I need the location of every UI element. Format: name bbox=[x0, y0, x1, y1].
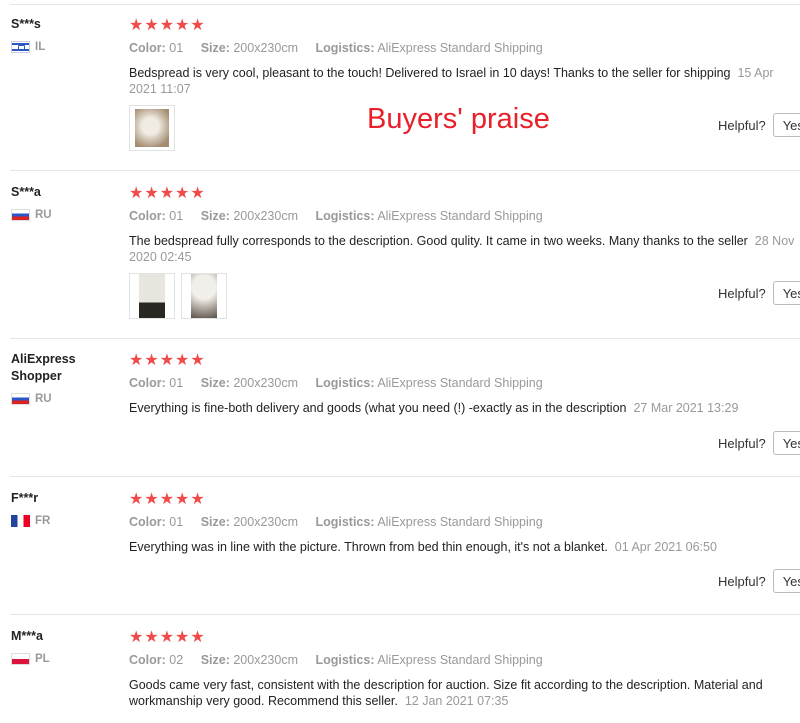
helpful-control: Helpful? Yes bbox=[718, 281, 800, 305]
review-text: The bedspread fully corresponds to the d… bbox=[129, 234, 795, 264]
review-text: Everything was in line with the picture.… bbox=[129, 540, 717, 554]
helpful-label: Helpful? bbox=[718, 117, 766, 133]
review-2-user: S***a RU bbox=[11, 184, 121, 221]
country-code: FR bbox=[35, 515, 51, 527]
review-photos bbox=[129, 273, 227, 319]
review-photo[interactable] bbox=[181, 273, 227, 319]
country: RU bbox=[11, 209, 121, 221]
star-rating: ★★★★★ bbox=[129, 185, 206, 202]
review-photo[interactable] bbox=[129, 273, 175, 319]
helpful-yes-button[interactable]: Yes bbox=[772, 431, 800, 455]
review-2-body: ★★★★★ Color: 01 Size: 200x230cm Logistic… bbox=[129, 186, 799, 265]
review-divider bbox=[10, 614, 800, 615]
star-rating: ★★★★★ bbox=[129, 629, 206, 646]
buyers-praise-overlay: Buyers' praise bbox=[367, 103, 550, 135]
country-code: RU bbox=[35, 209, 52, 221]
review-text: Everything is fine-both delivery and goo… bbox=[129, 401, 739, 415]
country-code: RU bbox=[35, 393, 52, 405]
review-divider bbox=[10, 476, 800, 477]
country: PL bbox=[11, 653, 121, 665]
review-1-body: ★★★★★ Color: 01 Size: 200x230cm Logistic… bbox=[129, 18, 799, 97]
helpful-label: Helpful? bbox=[718, 573, 766, 589]
review-divider bbox=[10, 170, 800, 171]
russia-flag-icon bbox=[11, 393, 30, 405]
user-name: M***a bbox=[11, 629, 43, 643]
star-rating: ★★★★★ bbox=[129, 17, 206, 34]
review-photo[interactable] bbox=[129, 105, 175, 151]
review-date: 01 Apr 2021 06:50 bbox=[614, 540, 717, 554]
review-5-body: ★★★★★ Color: 02 Size: 200x230cm Logistic… bbox=[129, 630, 799, 709]
helpful-yes-button[interactable]: Yes bbox=[772, 113, 800, 137]
country: FR bbox=[11, 515, 121, 527]
helpful-control: Helpful? Yes bbox=[718, 113, 800, 137]
review-meta: Color: 01 Size: 200x230cm Logistics: Ali… bbox=[129, 41, 543, 55]
review-photos bbox=[129, 105, 175, 151]
helpful-label: Helpful? bbox=[718, 285, 766, 301]
review-1-user: S***s IL bbox=[11, 16, 121, 53]
helpful-label: Helpful? bbox=[718, 435, 766, 451]
star-rating: ★★★★★ bbox=[129, 491, 206, 508]
review-date: 12 Jan 2021 07:35 bbox=[404, 694, 509, 708]
israel-flag-icon bbox=[11, 41, 30, 53]
france-flag-icon bbox=[11, 515, 30, 527]
user-name: F***r bbox=[11, 491, 39, 505]
helpful-control: Helpful? Yes bbox=[718, 431, 800, 455]
review-meta: Color: 01 Size: 200x230cm Logistics: Ali… bbox=[129, 376, 543, 390]
review-4-body: ★★★★★ Color: 01 Size: 200x230cm Logistic… bbox=[129, 492, 799, 555]
review-3-user: AliExpress Shopper RU bbox=[11, 351, 91, 405]
user-name: AliExpress Shopper bbox=[11, 352, 76, 383]
review-meta: Color: 02 Size: 200x230cm Logistics: Ali… bbox=[129, 653, 543, 667]
review-text: Bedspread is very cool, pleasant to the … bbox=[129, 66, 774, 96]
top-divider bbox=[10, 4, 800, 5]
review-meta: Color: 01 Size: 200x230cm Logistics: Ali… bbox=[129, 209, 543, 223]
user-name: S***a bbox=[11, 185, 41, 199]
country-code: PL bbox=[35, 653, 50, 665]
helpful-control: Helpful? Yes bbox=[718, 569, 800, 593]
review-date: 27 Mar 2021 13:29 bbox=[633, 401, 739, 415]
country: IL bbox=[11, 41, 121, 53]
country: RU bbox=[11, 393, 91, 405]
review-divider bbox=[10, 338, 800, 339]
helpful-yes-button[interactable]: Yes bbox=[772, 281, 800, 305]
helpful-yes-button[interactable]: Yes bbox=[772, 569, 800, 593]
review-text: Goods came very fast, consistent with th… bbox=[129, 678, 763, 708]
review-5-user: M***a PL bbox=[11, 628, 121, 665]
user-name: S***s bbox=[11, 17, 41, 31]
country-code: IL bbox=[35, 41, 46, 53]
review-4-user: F***r FR bbox=[11, 490, 121, 527]
review-meta: Color: 01 Size: 200x230cm Logistics: Ali… bbox=[129, 515, 543, 529]
poland-flag-icon bbox=[11, 653, 30, 665]
russia-flag-icon bbox=[11, 209, 30, 221]
star-rating: ★★★★★ bbox=[129, 352, 206, 369]
review-3-body: ★★★★★ Color: 01 Size: 200x230cm Logistic… bbox=[129, 353, 799, 416]
